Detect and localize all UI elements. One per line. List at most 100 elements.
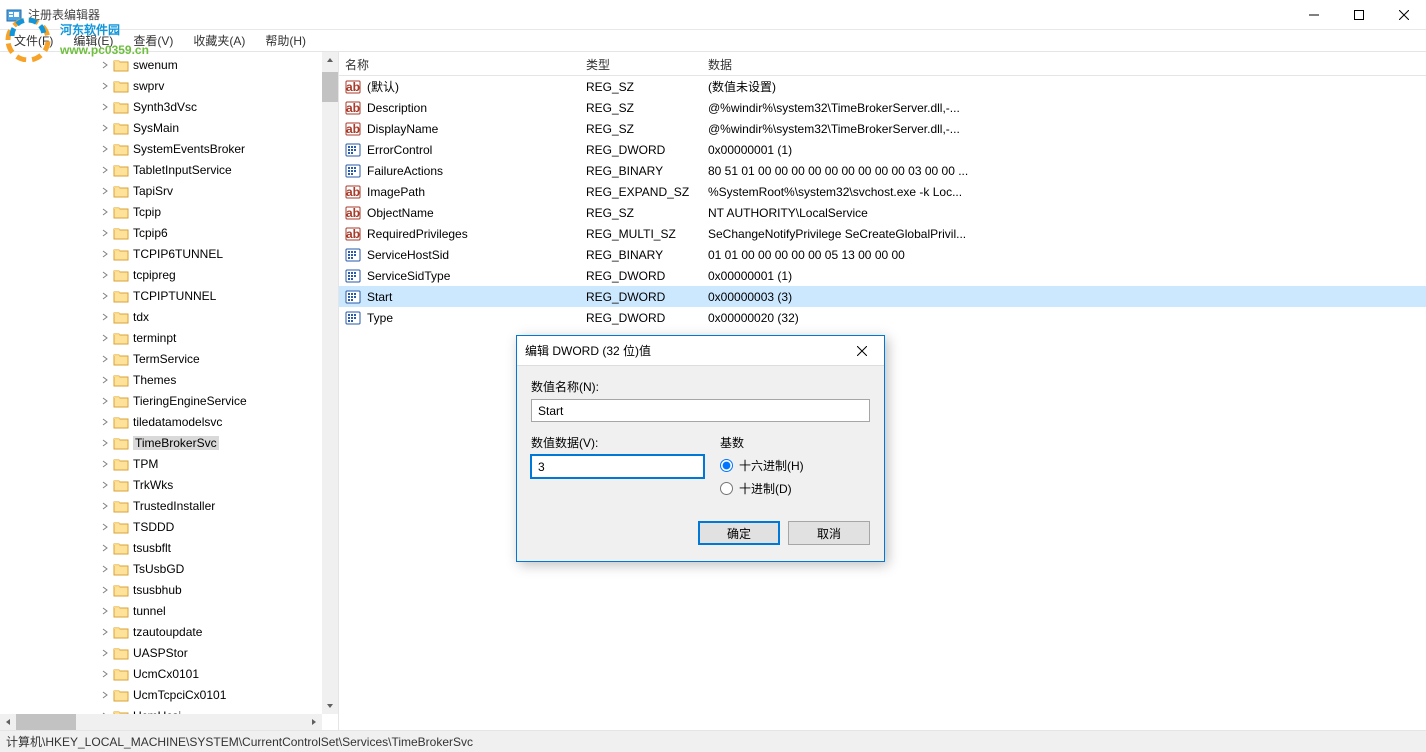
tree-item[interactable]: swprv <box>0 75 322 96</box>
tree-item[interactable]: UASPStor <box>0 642 322 663</box>
tree-item[interactable]: tsusbflt <box>0 537 322 558</box>
tree-item[interactable]: TPM <box>0 453 322 474</box>
chevron-right-icon[interactable] <box>98 166 111 174</box>
menu-help[interactable]: 帮助(H) <box>257 30 314 51</box>
chevron-right-icon[interactable] <box>98 481 111 489</box>
list-row[interactable]: TypeREG_DWORD0x00000020 (32) <box>339 307 1426 328</box>
list-row[interactable]: abDescriptionREG_SZ@%windir%\system32\Ti… <box>339 97 1426 118</box>
list-row[interactable]: ab(默认)REG_SZ(数值未设置) <box>339 76 1426 97</box>
tree-item[interactable]: TabletInputService <box>0 159 322 180</box>
tree-item[interactable]: tdx <box>0 306 322 327</box>
value-name: ObjectName <box>367 206 434 220</box>
dialog-titlebar[interactable]: 编辑 DWORD (32 位)值 <box>517 336 884 366</box>
list-row[interactable]: abObjectNameREG_SZNT AUTHORITY\LocalServ… <box>339 202 1426 223</box>
chevron-right-icon[interactable] <box>98 334 111 342</box>
chevron-right-icon[interactable] <box>98 103 111 111</box>
chevron-right-icon[interactable] <box>98 691 111 699</box>
window-titlebar: 注册表编辑器 <box>0 0 1426 30</box>
chevron-right-icon[interactable] <box>98 145 111 153</box>
list-row[interactable]: ServiceHostSidREG_BINARY01 01 00 00 00 0… <box>339 244 1426 265</box>
chevron-right-icon[interactable] <box>98 61 111 69</box>
chevron-right-icon[interactable] <box>98 355 111 363</box>
chevron-right-icon[interactable] <box>98 565 111 573</box>
chevron-right-icon[interactable] <box>98 292 111 300</box>
tree-item[interactable]: TCPIP6TUNNEL <box>0 243 322 264</box>
chevron-right-icon[interactable] <box>98 124 111 132</box>
chevron-right-icon[interactable] <box>98 187 111 195</box>
tree-item[interactable]: SysMain <box>0 117 322 138</box>
tree-item[interactable]: TrkWks <box>0 474 322 495</box>
chevron-right-icon[interactable] <box>98 229 111 237</box>
tree-item[interactable]: UcmCx0101 <box>0 663 322 684</box>
menu-file[interactable]: 文件(F) <box>6 30 61 51</box>
minimize-button[interactable] <box>1291 0 1336 29</box>
tree-item[interactable]: SystemEventsBroker <box>0 138 322 159</box>
chevron-right-icon[interactable] <box>98 544 111 552</box>
chevron-right-icon[interactable] <box>98 208 111 216</box>
tree-item[interactable]: Tcpip <box>0 201 322 222</box>
tree-item[interactable]: tsusbhub <box>0 579 322 600</box>
tree-item[interactable]: TimeBrokerSvc <box>0 432 322 453</box>
close-button[interactable] <box>1381 0 1426 29</box>
column-name[interactable]: 名称 <box>339 52 580 75</box>
list-row[interactable]: abDisplayNameREG_SZ@%windir%\system32\Ti… <box>339 118 1426 139</box>
ok-button[interactable]: 确定 <box>698 521 780 545</box>
menu-edit[interactable]: 编辑(E) <box>65 30 121 51</box>
chevron-right-icon[interactable] <box>98 439 111 447</box>
menu-favorites[interactable]: 收藏夹(A) <box>185 30 253 51</box>
list-row[interactable]: ErrorControlREG_DWORD0x00000001 (1) <box>339 139 1426 160</box>
menu-view[interactable]: 查看(V) <box>125 30 181 51</box>
tree-item[interactable]: UcmUcsi <box>0 705 322 714</box>
tree-item[interactable]: tunnel <box>0 600 322 621</box>
chevron-right-icon[interactable] <box>98 460 111 468</box>
value-data-input[interactable] <box>531 455 704 478</box>
tree-item[interactable]: Tcpip6 <box>0 222 322 243</box>
tree-item[interactable]: TrustedInstaller <box>0 495 322 516</box>
chevron-right-icon[interactable] <box>98 82 111 90</box>
list-row[interactable]: abRequiredPrivilegesREG_MULTI_SZSeChange… <box>339 223 1426 244</box>
tree-item[interactable]: TermService <box>0 348 322 369</box>
maximize-button[interactable] <box>1336 0 1381 29</box>
tree-item-label: tiledatamodelsvc <box>133 415 222 429</box>
tree-item[interactable]: tcpipreg <box>0 264 322 285</box>
chevron-right-icon[interactable] <box>98 418 111 426</box>
chevron-right-icon[interactable] <box>98 649 111 657</box>
list-row[interactable]: StartREG_DWORD0x00000003 (3) <box>339 286 1426 307</box>
tree-item[interactable]: Synth3dVsc <box>0 96 322 117</box>
dialog-close-button[interactable] <box>848 340 876 362</box>
value-name-input[interactable] <box>531 399 870 422</box>
chevron-right-icon[interactable] <box>98 313 111 321</box>
radio-hex[interactable] <box>720 459 733 472</box>
value-data: @%windir%\system32\TimeBrokerServer.dll,… <box>702 122 1426 136</box>
chevron-right-icon[interactable] <box>98 628 111 636</box>
tree-item[interactable]: Themes <box>0 369 322 390</box>
chevron-right-icon[interactable] <box>98 586 111 594</box>
tree-item[interactable]: TSDDD <box>0 516 322 537</box>
list-row[interactable]: ServiceSidTypeREG_DWORD0x00000001 (1) <box>339 265 1426 286</box>
tree-item[interactable]: tiledatamodelsvc <box>0 411 322 432</box>
chevron-right-icon[interactable] <box>98 523 111 531</box>
chevron-right-icon[interactable] <box>98 271 111 279</box>
tree-item[interactable]: swenum <box>0 54 322 75</box>
list-row[interactable]: abImagePathREG_EXPAND_SZ%SystemRoot%\sys… <box>339 181 1426 202</box>
chevron-right-icon[interactable] <box>98 607 111 615</box>
chevron-right-icon[interactable] <box>98 376 111 384</box>
tree-item[interactable]: TapiSrv <box>0 180 322 201</box>
tree-item[interactable]: TsUsbGD <box>0 558 322 579</box>
cancel-button[interactable]: 取消 <box>788 521 870 545</box>
chevron-right-icon[interactable] <box>98 670 111 678</box>
chevron-right-icon[interactable] <box>98 502 111 510</box>
tree-item[interactable]: UcmTcpciCx0101 <box>0 684 322 705</box>
tree-item[interactable]: TieringEngineService <box>0 390 322 411</box>
tree-item[interactable]: TCPIPTUNNEL <box>0 285 322 306</box>
tree-item[interactable]: terminpt <box>0 327 322 348</box>
tree-vertical-scrollbar[interactable] <box>322 52 338 714</box>
column-data[interactable]: 数据 <box>702 52 1426 75</box>
tree-horizontal-scrollbar[interactable] <box>0 714 322 730</box>
chevron-right-icon[interactable] <box>98 397 111 405</box>
radio-dec[interactable] <box>720 482 733 495</box>
list-row[interactable]: FailureActionsREG_BINARY80 51 01 00 00 0… <box>339 160 1426 181</box>
column-type[interactable]: 类型 <box>580 52 702 75</box>
chevron-right-icon[interactable] <box>98 250 111 258</box>
tree-item[interactable]: tzautoupdate <box>0 621 322 642</box>
